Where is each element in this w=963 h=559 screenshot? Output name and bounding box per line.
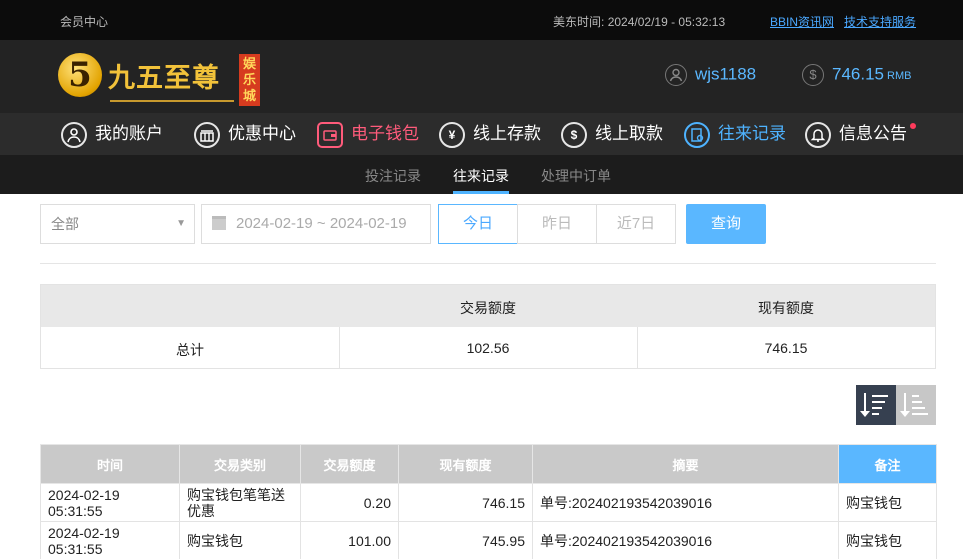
- table-row: 2024-02-19 05:31:55 购宝钱包 101.00 745.95 单…: [40, 521, 937, 559]
- col-type[interactable]: 交易类别: [179, 444, 301, 484]
- cell-amount: 101.00: [300, 521, 399, 559]
- summary-table: 交易额度 现有额度 总计 102.56 746.15: [40, 284, 936, 369]
- last-7-days-button[interactable]: 近7日: [596, 204, 676, 244]
- nav-label: 线上取款: [595, 124, 663, 143]
- logo[interactable]: 5 九五至尊 娱乐城: [58, 50, 268, 106]
- cell-type: 购宝钱包笔笔送优惠: [179, 483, 301, 522]
- cell-type: 购宝钱包: [179, 521, 301, 559]
- cell-time: 2024-02-19 05:31:55: [40, 521, 180, 559]
- notification-dot: [910, 123, 916, 129]
- tab-bet-records[interactable]: 投注记录: [365, 166, 421, 186]
- yesterday-button[interactable]: 昨日: [517, 204, 597, 244]
- balance-info: $746.15 RMB: [802, 64, 911, 86]
- tech-support-link[interactable]: 技术支持服务: [844, 13, 916, 30]
- tab-pending-orders[interactable]: 处理中订单: [541, 166, 611, 186]
- time-label: 美东时间:: [553, 15, 605, 29]
- col-time[interactable]: 时间: [40, 444, 180, 484]
- eastern-time: 美东时间: 2024/02/19 - 05:32:13: [553, 13, 725, 30]
- time-value: 2024/02/19 - 05:32:13: [607, 15, 726, 29]
- deposit-icon: ¥: [439, 121, 465, 148]
- table-header-row: 时间 交易类别 交易额度 现有额度 摘要 备注: [40, 444, 937, 484]
- records-table: 时间 交易类别 交易额度 现有额度 摘要 备注 2024-02-19 05:31…: [40, 444, 937, 559]
- nav-my-account[interactable]: 我的账户: [61, 120, 163, 148]
- summary-row-label: 总计: [176, 342, 204, 358]
- summary-col-trade: 交易额度: [460, 300, 516, 316]
- summary-trade-total: 102.56: [466, 340, 510, 356]
- bell-icon: [805, 121, 831, 148]
- cell-remark: 购宝钱包: [838, 521, 937, 559]
- caret-down-icon: ▼: [176, 218, 186, 229]
- user-icon: [665, 64, 687, 86]
- nav-label: 线上存款: [473, 124, 541, 143]
- search-button[interactable]: 查询: [686, 204, 766, 244]
- records-icon: [684, 121, 710, 148]
- col-remark[interactable]: 备注: [838, 444, 937, 484]
- cell-summary: 单号:202402193542039016: [532, 483, 839, 522]
- cell-balance: 746.15: [398, 483, 533, 522]
- date-range-value: 2024-02-19 ~ 2024-02-19: [236, 215, 407, 232]
- category-select-value: 全部: [51, 216, 79, 232]
- col-summary[interactable]: 摘要: [532, 444, 839, 484]
- username: wjs1188: [695, 64, 757, 84]
- top-bar: 会员中心 美东时间: 2024/02/19 - 05:32:13 BBIN资讯网…: [0, 0, 963, 40]
- withdraw-icon: $: [561, 121, 587, 148]
- sort-asc-button[interactable]: [896, 385, 936, 425]
- gift-icon: [194, 121, 220, 148]
- nav-e-wallet[interactable]: 电子钱包: [317, 120, 419, 148]
- main-nav: 我的账户 优惠中心 电子钱包 ¥ 线上存款 $ 线上取款 往来记录 信息公告: [0, 113, 963, 155]
- logo-tag: 娱乐城: [239, 54, 260, 106]
- cell-amount: 0.20: [300, 483, 399, 522]
- active-tab-underline: [453, 191, 509, 194]
- logo-emblem: 5: [58, 53, 102, 97]
- cell-summary: 单号:202402193542039016: [532, 521, 839, 559]
- member-center-label: 会员中心: [60, 15, 109, 29]
- category-select[interactable]: 全部 ▼: [40, 204, 195, 244]
- currency-unit: RMB: [887, 70, 912, 83]
- logo-ornament: [110, 94, 234, 102]
- cell-balance: 745.95: [398, 521, 533, 559]
- nav-announcements[interactable]: 信息公告: [805, 120, 907, 148]
- dollar-icon: $: [802, 64, 824, 86]
- cell-remark: 购宝钱包: [838, 483, 937, 522]
- balance-value: 746.15: [832, 64, 884, 84]
- nav-online-withdraw[interactable]: $ 线上取款: [561, 120, 663, 148]
- wallet-icon: [317, 121, 343, 148]
- nav-label: 往来记录: [718, 124, 786, 143]
- nav-label: 优惠中心: [228, 124, 296, 143]
- logo-text: 九五至尊: [108, 63, 220, 94]
- header: 5 九五至尊 娱乐城 wjs1188 $746.15 RMB: [0, 40, 963, 113]
- divider: [40, 263, 936, 264]
- nav-label: 信息公告: [839, 124, 907, 143]
- summary-current-total: 746.15: [764, 340, 808, 356]
- calendar-icon: [212, 216, 226, 230]
- nav-transaction-records[interactable]: 往来记录: [684, 120, 786, 148]
- sort-desc-button[interactable]: [856, 385, 896, 425]
- table-row: 2024-02-19 05:31:55 购宝钱包笔笔送优惠 0.20 746.1…: [40, 483, 937, 522]
- tab-transaction-records[interactable]: 往来记录: [453, 166, 509, 186]
- sub-nav: 投注记录 往来记录 处理中订单: [0, 155, 963, 194]
- date-range-input[interactable]: 2024-02-19 ~ 2024-02-19: [201, 204, 431, 244]
- nav-online-deposit[interactable]: ¥ 线上存款: [439, 120, 541, 148]
- col-amount[interactable]: 交易额度: [300, 444, 399, 484]
- summary-col-current: 现有额度: [758, 300, 814, 316]
- col-balance[interactable]: 现有额度: [398, 444, 533, 484]
- nav-label: 电子钱包: [351, 124, 419, 143]
- user-info[interactable]: wjs1188: [665, 64, 756, 86]
- user-icon: [61, 121, 87, 148]
- today-button[interactable]: 今日: [438, 204, 518, 244]
- cell-time: 2024-02-19 05:31:55: [40, 483, 180, 522]
- bbin-news-link[interactable]: BBIN资讯网: [770, 13, 834, 30]
- nav-label: 我的账户: [95, 124, 163, 143]
- nav-promotions[interactable]: 优惠中心: [194, 120, 296, 148]
